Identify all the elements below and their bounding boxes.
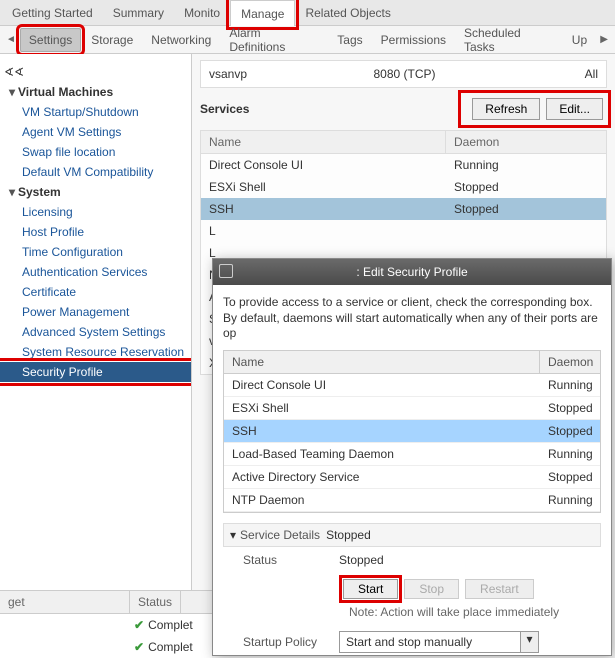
tree-power-mgmt[interactable]: Power Management <box>0 302 191 322</box>
status-label: Status <box>229 553 339 567</box>
services-heading: Services <box>200 102 462 116</box>
dlg-row[interactable]: NTP DaemonRunning <box>224 489 600 512</box>
select-value: Start and stop manually <box>340 632 520 652</box>
tree-host-profile[interactable]: Host Profile <box>0 222 191 242</box>
task-col-target[interactable]: get <box>0 591 130 613</box>
svc-row[interactable]: ESXi ShellStopped <box>201 176 606 198</box>
edit-security-profile-dialog: : Edit Security Profile To provide acces… <box>212 258 612 656</box>
details-label: Service Details <box>240 528 320 542</box>
subtab-storage[interactable]: Storage <box>83 29 141 51</box>
tree-label: Virtual Machines <box>18 85 113 99</box>
svc-row[interactable]: Direct Console UIRunning <box>201 154 606 176</box>
dialog-title: : Edit Security Profile <box>356 265 467 279</box>
tree-vm-startup[interactable]: VM Startup/Shutdown <box>0 102 191 122</box>
tree-default-compat[interactable]: Default VM Compatibility <box>0 162 191 182</box>
status-value: Stopped <box>339 553 384 567</box>
subtab-permissions[interactable]: Permissions <box>373 29 454 51</box>
subtab-alarm-definitions[interactable]: Alarm Definitions <box>221 22 327 58</box>
task-row[interactable]: ✔ Complet <box>0 636 212 658</box>
subtab-tags[interactable]: Tags <box>329 29 370 51</box>
tree-security-profile[interactable]: Security Profile <box>0 362 191 382</box>
cell: SSH <box>201 198 446 220</box>
dlg-col-name[interactable]: Name <box>224 351 540 373</box>
task-row[interactable]: ✔ Complet <box>0 614 212 636</box>
subtab-settings[interactable]: Settings <box>20 28 81 52</box>
startup-policy-label: Startup Policy <box>229 635 339 649</box>
firewall-row: vsanvp 8080 (TCP) All <box>200 60 607 88</box>
dlg-row[interactable]: Load-Based Teaming DaemonRunning <box>224 443 600 466</box>
cell: Running <box>446 154 606 176</box>
tree-swap-file[interactable]: Swap file location <box>0 142 191 162</box>
subtab-up[interactable]: Up <box>564 29 595 51</box>
dlg-col-daemon[interactable]: Daemon <box>540 351 600 373</box>
dlg-row[interactable]: ESXi ShellStopped <box>224 397 600 420</box>
tree-sys-resource[interactable]: System Resource Reservation <box>0 342 191 362</box>
task-col-status[interactable]: Status <box>130 591 181 613</box>
check-icon: ✔ <box>134 618 144 632</box>
task-status: Complet <box>148 640 193 654</box>
recent-tasks: get Status ✔ Complet ✔ Complet <box>0 590 212 658</box>
subtab-scheduled-tasks[interactable]: Scheduled Tasks <box>456 22 562 58</box>
restart-button: Restart <box>465 579 534 599</box>
stop-button: Stop <box>404 579 459 599</box>
settings-sidebar: ∢∢ ▾Virtual Machines VM Startup/Shutdown… <box>0 54 192 658</box>
dialog-description: To provide access to a service or client… <box>223 295 601 342</box>
sub-tab-bar: ◄ Settings Storage Networking Alarm Defi… <box>0 26 615 54</box>
refresh-button[interactable]: Refresh <box>472 98 540 120</box>
dlg-row-ssh[interactable]: SSHStopped <box>224 420 600 443</box>
tree-licensing[interactable]: Licensing <box>0 202 191 222</box>
fw-port: 8080 (TCP) <box>374 67 539 81</box>
cell: L <box>201 220 446 242</box>
cell: Stopped <box>446 198 606 220</box>
tree-virtual-machines[interactable]: ▾Virtual Machines <box>0 82 191 102</box>
nav-next-icon[interactable]: ▶ <box>597 34 611 45</box>
startup-policy-select[interactable]: Start and stop manually ▾ <box>339 631 539 653</box>
col-daemon[interactable]: Daemon <box>446 131 606 153</box>
check-icon: ✔ <box>134 640 144 654</box>
tree-auth-services[interactable]: Authentication Services <box>0 262 191 282</box>
action-note: Note: Action will take place immediately <box>223 605 601 625</box>
svc-row[interactable]: L <box>201 220 606 242</box>
fw-name: vsanvp <box>209 67 374 81</box>
cell: ESXi Shell <box>201 176 446 198</box>
fw-dir: All <box>538 67 598 81</box>
nav-prev-icon[interactable]: ◄ <box>4 34 18 45</box>
host-icon <box>219 264 233 278</box>
tree-adv-settings[interactable]: Advanced System Settings <box>0 322 191 342</box>
col-name[interactable]: Name <box>201 131 446 153</box>
tree-system[interactable]: ▾System <box>0 182 191 202</box>
tree-collapse-icon[interactable]: ∢∢ <box>0 62 191 82</box>
task-status: Complet <box>148 618 193 632</box>
dialog-title-bar[interactable]: : Edit Security Profile <box>213 259 611 285</box>
service-details-header[interactable]: ▾ Service Details Stopped <box>223 523 601 547</box>
edit-button[interactable]: Edit... <box>546 98 603 120</box>
tree-certificate[interactable]: Certificate <box>0 282 191 302</box>
dlg-row[interactable]: Active Directory ServiceStopped <box>224 466 600 489</box>
start-button[interactable]: Start <box>343 579 398 599</box>
cell: Stopped <box>446 176 606 198</box>
tree-agent-vm[interactable]: Agent VM Settings <box>0 122 191 142</box>
dlg-row[interactable]: Direct Console UIRunning <box>224 374 600 397</box>
subtab-networking[interactable]: Networking <box>143 29 219 51</box>
section-collapse-icon[interactable]: ▾ <box>230 528 236 542</box>
dropdown-arrow-icon[interactable]: ▾ <box>520 632 538 652</box>
tree-label: System <box>18 185 61 199</box>
dialog-services-table: Name Daemon Direct Console UIRunning ESX… <box>223 350 601 513</box>
tab-summary[interactable]: Summary <box>103 0 174 26</box>
tree-time-config[interactable]: Time Configuration <box>0 242 191 262</box>
cell: Direct Console UI <box>201 154 446 176</box>
svc-row-ssh[interactable]: SSHStopped <box>201 198 606 220</box>
details-value: Stopped <box>326 528 371 542</box>
tab-getting-started[interactable]: Getting Started <box>2 0 103 26</box>
